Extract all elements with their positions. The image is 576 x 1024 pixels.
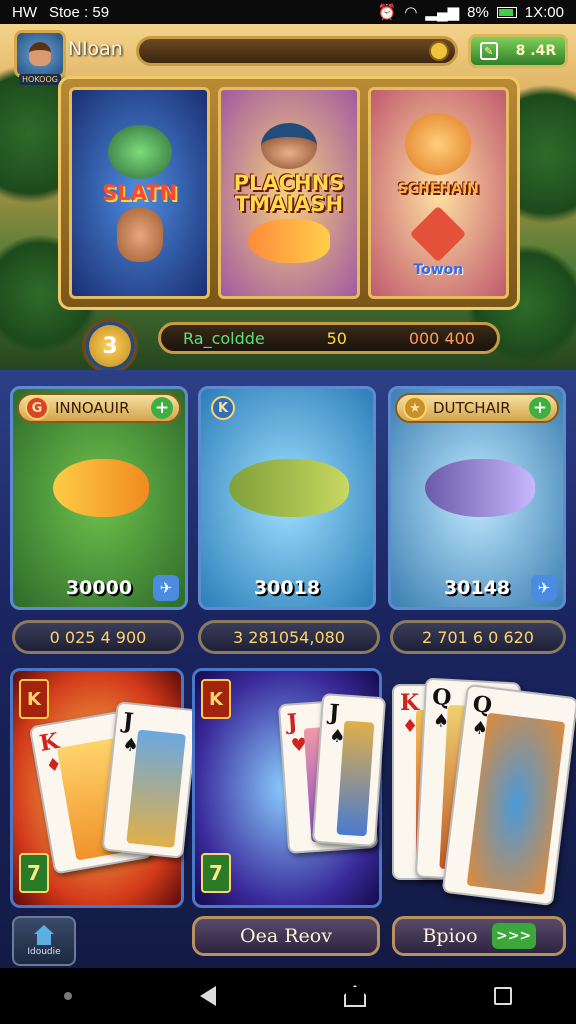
- status-carrier: Stoe : 59: [49, 3, 110, 21]
- featured-panel-1[interactable]: SLATN: [69, 87, 211, 299]
- add-button[interactable]: +: [529, 397, 551, 419]
- featured-title-2: PLACHNS TMAIASH: [233, 171, 345, 216]
- record-mid: 50: [326, 328, 347, 348]
- wifi-icon: ◠: [404, 4, 418, 21]
- featured-panel-3[interactable]: SCHEHAIN Towon: [367, 87, 509, 299]
- jackpot-pill-2[interactable]: 3 281054,080: [198, 620, 380, 654]
- game-tile-1[interactable]: G INNOAUIR + 30000 ✈: [10, 386, 188, 610]
- featured-title-3: SCHEHAIN: [397, 180, 479, 197]
- card-game-tile-1[interactable]: K 7 K ♦ J ♠: [10, 668, 199, 908]
- wallet-button[interactable]: ✎ 8 .4R: [468, 34, 568, 68]
- tiger-icon: [405, 112, 472, 175]
- card-badge-top: K: [19, 679, 49, 719]
- secondary-label: Bpioo: [422, 925, 478, 947]
- card-rank: J: [328, 699, 341, 727]
- game-badge: K: [211, 396, 235, 420]
- wolf-creature-icon: [107, 124, 172, 179]
- home-icon[interactable]: [344, 985, 366, 1007]
- card-game-tile-2[interactable]: K 7 J ♥ J ♠: [192, 668, 387, 908]
- game-score: 30148: [443, 577, 511, 599]
- plane-icon[interactable]: ✈: [531, 575, 557, 601]
- top-bar: HOKOOG Nloan ✎ 8 .4R: [8, 30, 568, 85]
- primary-button[interactable]: Oea Reov: [192, 916, 380, 956]
- secondary-button[interactable]: Bpioo >>>: [392, 916, 566, 956]
- golden-fish-icon: [53, 459, 149, 517]
- playing-card: J ♠: [101, 701, 199, 859]
- game-name: DUTCHAIR: [433, 399, 511, 417]
- avatar-face-icon: [29, 42, 51, 66]
- featured-title-1: SLATN: [102, 180, 178, 205]
- featured-panel-2[interactable]: PLACHNS TMAIASH: [218, 87, 360, 299]
- level-badge[interactable]: 3: [82, 318, 138, 374]
- game-tile-header: K: [205, 393, 369, 423]
- status-left: HW: [12, 3, 37, 21]
- game-name: INNOAUIR: [55, 399, 130, 417]
- bass-fish-icon: [229, 459, 349, 517]
- game-score: 30000: [65, 577, 133, 599]
- recents-icon[interactable]: [494, 987, 512, 1005]
- jackpot-pill-3[interactable]: 2 701 6 0 620: [390, 620, 566, 654]
- game-badge: G: [25, 396, 49, 420]
- coin-icon[interactable]: [429, 41, 449, 61]
- card-badge-bottom: 7: [201, 853, 231, 893]
- battery-icon: [496, 6, 517, 18]
- game-tile-3[interactable]: ★ DUTCHAIR + 30148 ✈: [388, 386, 566, 610]
- card-rank: J: [121, 707, 135, 735]
- hero-portrait-icon: [116, 207, 163, 262]
- card-badge-top: K: [201, 679, 231, 719]
- featured-subtitle-3: Towon: [413, 261, 464, 278]
- player-name: Nloan: [68, 38, 123, 60]
- signal-icon: ▂▄▆: [425, 4, 460, 21]
- alarm-icon: ⏰: [377, 4, 397, 21]
- game-tile-header: ★ DUTCHAIR +: [395, 393, 559, 423]
- home-label: Idoudie: [27, 947, 61, 957]
- wallet-icon: ✎: [479, 42, 498, 60]
- nav-dot-icon[interactable]: [64, 992, 72, 1000]
- record-bar: Ra_coldde 50 000 400: [158, 322, 500, 354]
- featured-games-frame: SLATN PLACHNS TMAIASH SCHEHAIN Towon: [58, 76, 520, 310]
- game-tile-2[interactable]: K 30018: [198, 386, 376, 610]
- wallet-label: 8 .4R: [515, 43, 557, 59]
- android-nav-bar: [0, 968, 576, 1024]
- bird-icon: [410, 205, 467, 262]
- game-score: 30018: [253, 577, 321, 599]
- house-icon: [34, 925, 54, 945]
- back-icon[interactable]: [200, 986, 216, 1006]
- forward-arrows-icon: >>>: [491, 923, 536, 949]
- avatar-label: HOKOOG: [19, 74, 61, 85]
- add-button[interactable]: +: [151, 397, 173, 419]
- game-tile-header: G INNOAUIR +: [17, 393, 181, 423]
- card-badge-bottom: 7: [19, 853, 49, 893]
- fish-icon: [247, 219, 330, 263]
- playing-card: J ♠: [311, 692, 387, 848]
- plane-icon[interactable]: ✈: [153, 575, 179, 601]
- player-avatar[interactable]: HOKOOG: [14, 30, 66, 85]
- lobby-home-button[interactable]: Idoudie: [12, 916, 76, 966]
- catfish-icon: [425, 459, 535, 517]
- game-badge: ★: [403, 396, 427, 420]
- card-art: [466, 712, 566, 895]
- card-rank: J: [286, 709, 299, 736]
- card-art: [336, 720, 375, 837]
- fisherman-portrait-icon: [260, 123, 317, 169]
- jackpot-pill-1[interactable]: 0 025 4 900: [12, 620, 184, 654]
- battery-percent: 8%: [467, 3, 489, 21]
- record-value: 000 400: [408, 328, 475, 348]
- record-label: Ra_coldde: [183, 328, 265, 348]
- status-bar: HW Stoe : 59 ⏰ ◠ ▂▄▆ 8% 1X:00: [0, 0, 576, 24]
- progress-bar: [136, 36, 458, 66]
- clock: 1X:00: [524, 3, 564, 21]
